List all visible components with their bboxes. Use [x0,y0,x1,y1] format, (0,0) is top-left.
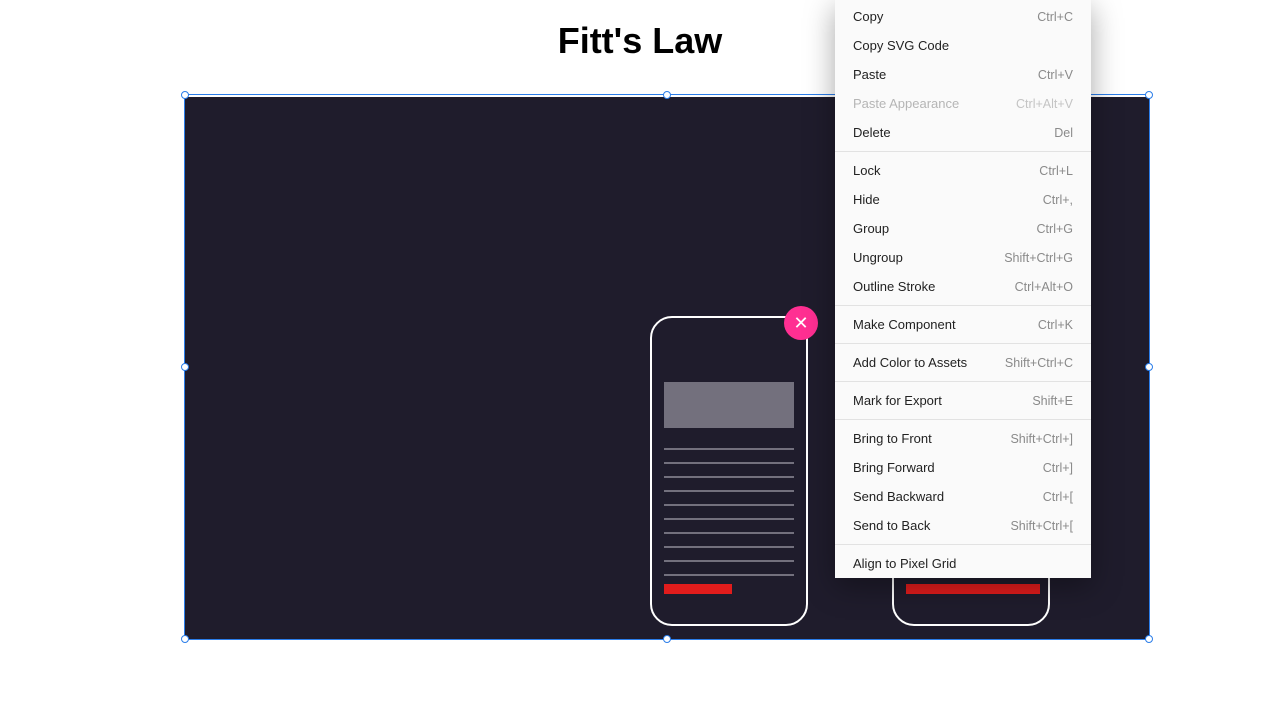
menu-separator [835,305,1091,306]
menu-item-shortcut: Ctrl+G [1037,222,1073,236]
menu-item-shortcut: Del [1054,126,1073,140]
cta-bar [664,584,732,594]
menu-item-make-component[interactable]: Make Component Ctrl+K [835,310,1091,339]
close-icon-glyph: ✕ [793,313,808,334]
menu-item-hide[interactable]: Hide Ctrl+, [835,185,1091,214]
menu-item-label: Bring to Front [853,431,932,446]
menu-item-label: Ungroup [853,250,903,265]
menu-item-label: Hide [853,192,880,207]
content-line [664,560,794,562]
menu-separator [835,381,1091,382]
content-line [664,462,794,464]
menu-item-shortcut: Shift+Ctrl+[ [1010,519,1073,533]
menu-item-lock[interactable]: Lock Ctrl+L [835,156,1091,185]
menu-item-copy-svg-code[interactable]: Copy SVG Code [835,31,1091,60]
menu-item-shortcut: Ctrl+] [1043,461,1073,475]
menu-item-label: Add Color to Assets [853,355,967,370]
menu-item-label: Lock [853,163,880,178]
content-line [664,490,794,492]
content-line [664,546,794,548]
menu-item-shortcut: Ctrl+V [1038,68,1073,82]
content-line [664,518,794,520]
menu-item-shortcut: Ctrl+, [1043,193,1073,207]
menu-item-align-to-pixel-grid[interactable]: Align to Pixel Grid [835,549,1091,578]
context-menu[interactable]: CopyCtrl+CCopy SVG CodePasteCtrl+VPaste … [835,0,1091,578]
menu-item-send-to-back[interactable]: Send to Back Shift+Ctrl+[ [835,511,1091,540]
menu-item-shortcut: Ctrl+C [1037,10,1073,24]
menu-item-shortcut: Ctrl+L [1039,164,1073,178]
menu-item-shortcut: Ctrl+Alt+O [1015,280,1073,294]
menu-item-label: Delete [853,125,891,140]
menu-item-label: Outline Stroke [853,279,935,294]
content-line [664,476,794,478]
menu-item-ungroup[interactable]: Ungroup Shift+Ctrl+G [835,243,1091,272]
cta-bar [906,584,1040,594]
content-line [664,574,794,576]
content-line [664,504,794,506]
menu-item-label: Copy SVG Code [853,38,949,53]
menu-item-copy[interactable]: Copy Ctrl+C [835,2,1091,31]
menu-item-bring-forward[interactable]: Bring Forward Ctrl+] [835,453,1091,482]
menu-item-shortcut: Shift+Ctrl+] [1010,432,1073,446]
menu-item-label: Paste [853,67,886,82]
menu-item-shortcut: Shift+Ctrl+G [1004,251,1073,265]
content-line [664,448,794,450]
phone-mockup-left[interactable]: ✕ [650,316,808,626]
close-icon[interactable]: ✕ [784,306,818,340]
menu-separator [835,151,1091,152]
menu-item-paste[interactable]: Paste Ctrl+V [835,60,1091,89]
menu-item-label: Bring Forward [853,460,935,475]
menu-item-outline-stroke[interactable]: Outline Stroke Ctrl+Alt+O [835,272,1091,301]
menu-item-delete[interactable]: Delete Del [835,118,1091,147]
menu-item-shortcut: Shift+E [1032,394,1073,408]
menu-item-shortcut: Ctrl+Alt+V [1016,97,1073,111]
menu-separator [835,419,1091,420]
menu-item-mark-for-export[interactable]: Mark for Export Shift+E [835,386,1091,415]
menu-item-label: Align to Pixel Grid [853,556,956,571]
menu-item-paste-appearance: Paste Appearance Ctrl+Alt+V [835,89,1091,118]
menu-item-group[interactable]: Group Ctrl+G [835,214,1091,243]
menu-item-label: Paste Appearance [853,96,959,111]
menu-item-label: Group [853,221,889,236]
menu-item-shortcut: Ctrl+K [1038,318,1073,332]
menu-item-shortcut: Shift+Ctrl+C [1005,356,1073,370]
menu-item-label: Mark for Export [853,393,942,408]
menu-item-add-color-to-assets[interactable]: Add Color to Assets Shift+Ctrl+C [835,348,1091,377]
content-line [664,532,794,534]
menu-item-label: Copy [853,9,883,24]
menu-separator [835,544,1091,545]
menu-item-bring-to-front[interactable]: Bring to Front Shift+Ctrl+] [835,424,1091,453]
menu-item-label: Send to Back [853,518,930,533]
menu-separator [835,343,1091,344]
menu-item-send-backward[interactable]: Send Backward Ctrl+[ [835,482,1091,511]
menu-item-label: Send Backward [853,489,944,504]
menu-item-shortcut: Ctrl+[ [1043,490,1073,504]
menu-item-label: Make Component [853,317,956,332]
content-block [664,382,794,428]
